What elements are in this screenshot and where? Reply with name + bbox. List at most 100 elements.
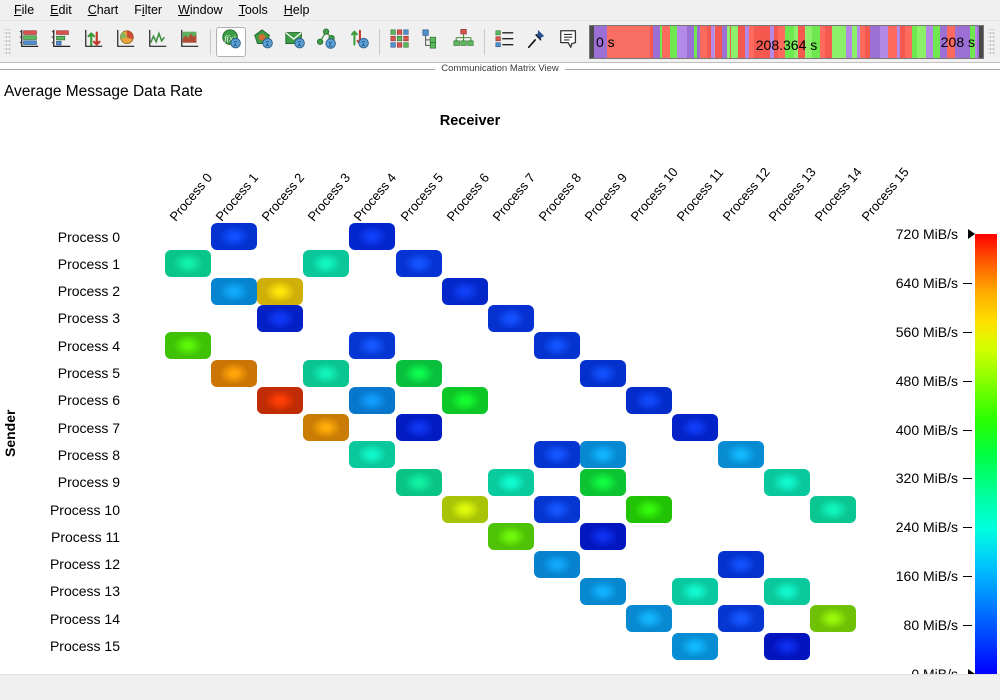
matrix-cell[interactable] xyxy=(579,523,626,551)
timeline-handle-right[interactable] xyxy=(979,25,983,58)
matrix-cell[interactable] xyxy=(672,632,719,660)
matrix-cell[interactable] xyxy=(764,577,811,605)
matrix-cell[interactable] xyxy=(349,386,396,414)
matrix-cell[interactable] xyxy=(395,468,442,496)
sender-label-5: Process 5 xyxy=(57,365,120,381)
matrix-cell[interactable] xyxy=(303,359,350,387)
svg-text:Σ: Σ xyxy=(234,41,238,48)
matrix-cell[interactable] xyxy=(810,605,857,633)
stacked-chart-icon xyxy=(51,28,73,55)
matrix-cell[interactable] xyxy=(211,359,258,387)
view-separator: Communication Matrix View xyxy=(0,63,1000,77)
matrix-cell[interactable] xyxy=(303,414,350,442)
matrix-cell[interactable] xyxy=(810,496,857,523)
receiver-label-4: Process 4 xyxy=(350,170,400,224)
matrix-cell[interactable] xyxy=(487,468,534,496)
matrix-cell[interactable] xyxy=(718,550,765,578)
matrix-cell[interactable] xyxy=(349,441,396,469)
matrix-cell[interactable] xyxy=(626,386,672,414)
matrix-cell[interactable] xyxy=(672,577,719,605)
function-sigma-icon: f(x) Σ xyxy=(220,28,242,55)
matrix-cell[interactable] xyxy=(672,414,719,442)
matrix-grid-button[interactable] xyxy=(385,27,415,57)
matrix-cell[interactable] xyxy=(395,414,442,442)
communication-matrix-chart[interactable]: Average Message Data Rate Receiver Sende… xyxy=(0,77,1000,682)
menu-item-edit[interactable]: Edit xyxy=(42,1,80,19)
menu-item-filter[interactable]: Filter xyxy=(126,1,170,19)
org-tree-button[interactable] xyxy=(449,27,479,57)
sender-label-6: Process 6 xyxy=(57,392,120,409)
menu-item-tools[interactable]: Tools xyxy=(231,1,276,19)
pie-chart-button[interactable] xyxy=(111,27,141,57)
function-sigma-button[interactable]: f(x) Σ xyxy=(216,26,246,57)
matrix-cell[interactable] xyxy=(579,468,626,496)
sender-label-15: Process 15 xyxy=(49,638,120,654)
matrix-cell[interactable] xyxy=(718,605,765,633)
matrix-cell[interactable] xyxy=(533,550,580,578)
matrix-cell[interactable] xyxy=(441,496,488,523)
colorbar-tick-label: 240 MiB/s xyxy=(895,519,958,536)
matrix-cell[interactable] xyxy=(165,332,211,360)
timeline-start-label: 0 s xyxy=(596,33,615,50)
matrix-cell[interactable] xyxy=(395,250,442,278)
pin-button[interactable] xyxy=(522,27,552,57)
matrix-cell[interactable] xyxy=(441,386,488,414)
legend-list-button[interactable] xyxy=(490,27,520,57)
menu-item-file[interactable]: File xyxy=(6,1,42,19)
matrix-cell[interactable] xyxy=(579,577,626,605)
matrix-cell[interactable] xyxy=(626,605,672,633)
matrix-cell[interactable] xyxy=(533,332,580,360)
matrix-cell[interactable] xyxy=(165,250,211,278)
io-arrows-sigma-button[interactable]: Σ xyxy=(344,27,374,57)
timeline-selector[interactable]: 0 s 208.364 s 208 s xyxy=(589,24,984,60)
matrix-cell[interactable] xyxy=(487,523,534,551)
matrix-cell[interactable] xyxy=(718,441,765,469)
matrix-cell[interactable] xyxy=(533,496,580,523)
receiver-label-3: Process 3 xyxy=(304,170,354,224)
line-chart-button[interactable] xyxy=(143,27,173,57)
receiver-label-7: Process 7 xyxy=(489,170,538,224)
svg-text:Σ: Σ xyxy=(362,41,366,48)
matrix-cell[interactable] xyxy=(395,359,442,387)
area-chart-button[interactable] xyxy=(175,27,205,57)
colorbar-tick-label: 160 MiB/s xyxy=(895,568,958,585)
tree-hierarchy-button[interactable] xyxy=(417,27,447,57)
menu-item-window[interactable]: Window xyxy=(170,1,230,19)
matrix-cell[interactable] xyxy=(764,632,811,660)
pentagon-sigma-icon: Σ xyxy=(252,28,274,55)
receiver-label-14: Process 14 xyxy=(811,164,866,224)
matrix-cell[interactable] xyxy=(487,304,534,332)
matrix-cell[interactable] xyxy=(257,304,304,332)
matrix-cell[interactable] xyxy=(303,250,350,278)
matrix-cell[interactable] xyxy=(257,386,304,414)
matrix-cell[interactable] xyxy=(533,441,580,469)
matrix-cell[interactable] xyxy=(441,277,488,305)
colorbar-tick xyxy=(963,576,972,578)
matrix-cell[interactable] xyxy=(579,359,626,387)
toolbar-grip[interactable] xyxy=(4,28,11,55)
pentagon-sigma-button[interactable]: Σ xyxy=(248,27,278,57)
matrix-cell[interactable] xyxy=(626,496,672,523)
matrix-grid-icon xyxy=(389,28,411,55)
sender-label-2: Process 2 xyxy=(57,283,120,300)
toolbar-grip-right[interactable] xyxy=(988,28,995,55)
message-envelope-button[interactable]: Σ xyxy=(280,27,310,57)
timeline-track[interactable]: 0 s 208.364 s 208 s xyxy=(589,24,984,59)
menu-item-chart[interactable]: Chart xyxy=(80,1,127,19)
matrix-cell[interactable] xyxy=(211,277,258,305)
matrix-cell[interactable] xyxy=(349,223,396,250)
collective-sigma-button[interactable]: Σ xyxy=(312,27,342,57)
matrix-cell[interactable] xyxy=(211,223,258,250)
note-button[interactable] xyxy=(554,27,584,57)
matrix-cell[interactable] xyxy=(764,468,811,496)
matrix-cell[interactable] xyxy=(257,277,304,305)
colorbar-tick-label: 720 MiB/s xyxy=(895,226,958,242)
stacked-chart-button[interactable] xyxy=(47,27,77,57)
timeline-handle-left[interactable] xyxy=(590,25,594,58)
matrix-cell[interactable] xyxy=(349,332,396,360)
matrix-cell[interactable] xyxy=(579,441,626,469)
bar-chart-horizontal-button[interactable] xyxy=(15,27,45,57)
menu-item-help[interactable]: Help xyxy=(276,1,318,19)
colorbar-tick xyxy=(963,429,972,431)
up-down-arrows-button[interactable] xyxy=(79,27,109,57)
